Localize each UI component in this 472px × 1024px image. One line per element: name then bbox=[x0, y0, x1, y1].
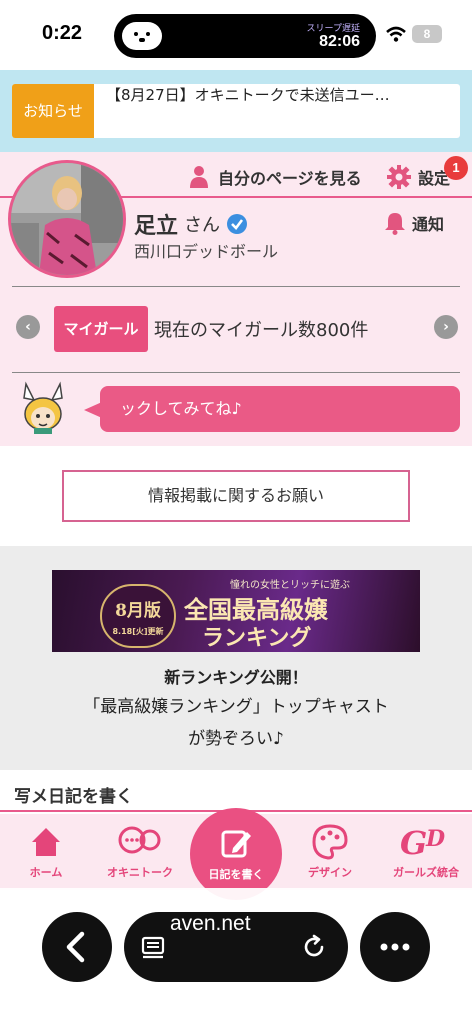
palette-icon bbox=[312, 824, 348, 860]
user-name-text: 足立 bbox=[134, 214, 179, 239]
reader-icon bbox=[141, 936, 165, 959]
chat-icon bbox=[118, 826, 161, 854]
banner-description-line2: が勢ぞろい♪ bbox=[188, 729, 284, 749]
avatar[interactable] bbox=[8, 160, 126, 278]
menu-okini-talk[interactable]: オキニトーク bbox=[100, 820, 180, 886]
svg-text:G: G bbox=[400, 824, 427, 862]
divider bbox=[12, 372, 460, 373]
person-icon bbox=[190, 166, 208, 188]
battery-icon: 8 bbox=[412, 25, 442, 43]
menu-label: ホーム bbox=[29, 866, 63, 879]
ellipsis-icon bbox=[380, 943, 410, 951]
back-button[interactable] bbox=[42, 912, 112, 982]
divider bbox=[12, 286, 460, 287]
banner-date: 8.18[火]更新 bbox=[112, 627, 164, 636]
menu-home[interactable]: ホーム bbox=[6, 820, 86, 886]
notice-bar[interactable]: お知らせ 【8月27日】オキニトークで未送信ユー… bbox=[12, 84, 460, 138]
gear-icon bbox=[387, 165, 411, 189]
mygirl-count: 現在のマイガール数800件 bbox=[154, 320, 369, 341]
edit-icon bbox=[221, 830, 251, 858]
banner-month: 8月版 bbox=[115, 601, 161, 621]
mygirl-next-button[interactable]: › bbox=[434, 315, 458, 339]
wifi-icon bbox=[386, 26, 406, 42]
mascot-speech-bubble[interactable]: ックしてみてね♪ bbox=[100, 386, 460, 432]
more-options-button[interactable] bbox=[360, 912, 430, 982]
notice-text[interactable]: 【8月27日】オキニトークで未送信ユー… bbox=[106, 84, 452, 138]
menu-girls-integration[interactable]: G D ガールズ統合 bbox=[386, 820, 466, 886]
mygirl-prev-button[interactable]: ‹ bbox=[16, 315, 40, 339]
menu-label: オキニトーク bbox=[107, 866, 173, 879]
banner-title-line2: ランキング bbox=[202, 625, 312, 651]
menu-design[interactable]: デザイン bbox=[290, 820, 370, 886]
diary-section-title: 写メ日記を書く bbox=[14, 787, 133, 807]
avatar-photo bbox=[11, 163, 123, 275]
seal-face-icon bbox=[122, 22, 162, 50]
home-icon bbox=[32, 828, 60, 856]
menu-label: ガールズ統合 bbox=[393, 866, 459, 879]
mypage-label: 自分のページを見る bbox=[218, 169, 362, 188]
svg-text:D: D bbox=[425, 826, 445, 852]
write-diary-button[interactable]: 日記を書く bbox=[190, 808, 282, 900]
status-time: 0:22 bbox=[42, 22, 83, 44]
write-diary-label: 日記を書く bbox=[208, 868, 264, 881]
mypage-link[interactable]: 自分のページを見る bbox=[188, 162, 362, 192]
mygirl-tag: マイガール bbox=[54, 306, 148, 352]
status-bar: 0:22 スリープ遅延 82:06 8 bbox=[0, 0, 472, 70]
mascot-icon bbox=[23, 381, 63, 434]
user-honorific: さん bbox=[184, 215, 221, 236]
banner-month-badge: 8月版 8.18[火]更新 bbox=[100, 584, 176, 648]
ranking-banner[interactable]: 憧れの女性とリッチに遊ぶ 8月版 8.18[火]更新 全国最高級嬢 ランキング bbox=[52, 570, 420, 652]
banner-description-line1: 「最高級嬢ランキング」トップキャスト bbox=[83, 697, 389, 717]
notify-label: 通知 bbox=[412, 215, 445, 234]
banner-headline: 新ランキング公開！ bbox=[164, 668, 308, 687]
info-request-button[interactable]: 情報掲載に関するお願い bbox=[62, 470, 410, 522]
address-bar[interactable]: aven.net bbox=[124, 912, 348, 982]
reload-icon[interactable] bbox=[300, 933, 328, 961]
verified-icon bbox=[227, 214, 248, 234]
bell-icon bbox=[385, 213, 405, 235]
notification-badge: 1 bbox=[444, 156, 468, 180]
chevron-left-icon bbox=[66, 931, 85, 963]
menu-label: デザイン bbox=[308, 866, 352, 879]
notice-tag: お知らせ bbox=[12, 84, 94, 138]
url-text: aven.net bbox=[170, 912, 251, 935]
banner-subtitle: 憧れの女性とリッチに遊ぶ bbox=[230, 580, 350, 591]
settings-link[interactable]: 設定 bbox=[386, 162, 450, 192]
notify-button[interactable]: 通知 bbox=[382, 210, 444, 236]
shop-name: 西川口デッドボール bbox=[134, 242, 279, 261]
girls-logo-icon: G D bbox=[400, 824, 445, 862]
dynamic-island[interactable]: スリープ遅延 82:06 bbox=[114, 14, 376, 58]
island-timer: 82:06 bbox=[319, 33, 360, 50]
user-name: 足立 さん bbox=[134, 208, 248, 240]
